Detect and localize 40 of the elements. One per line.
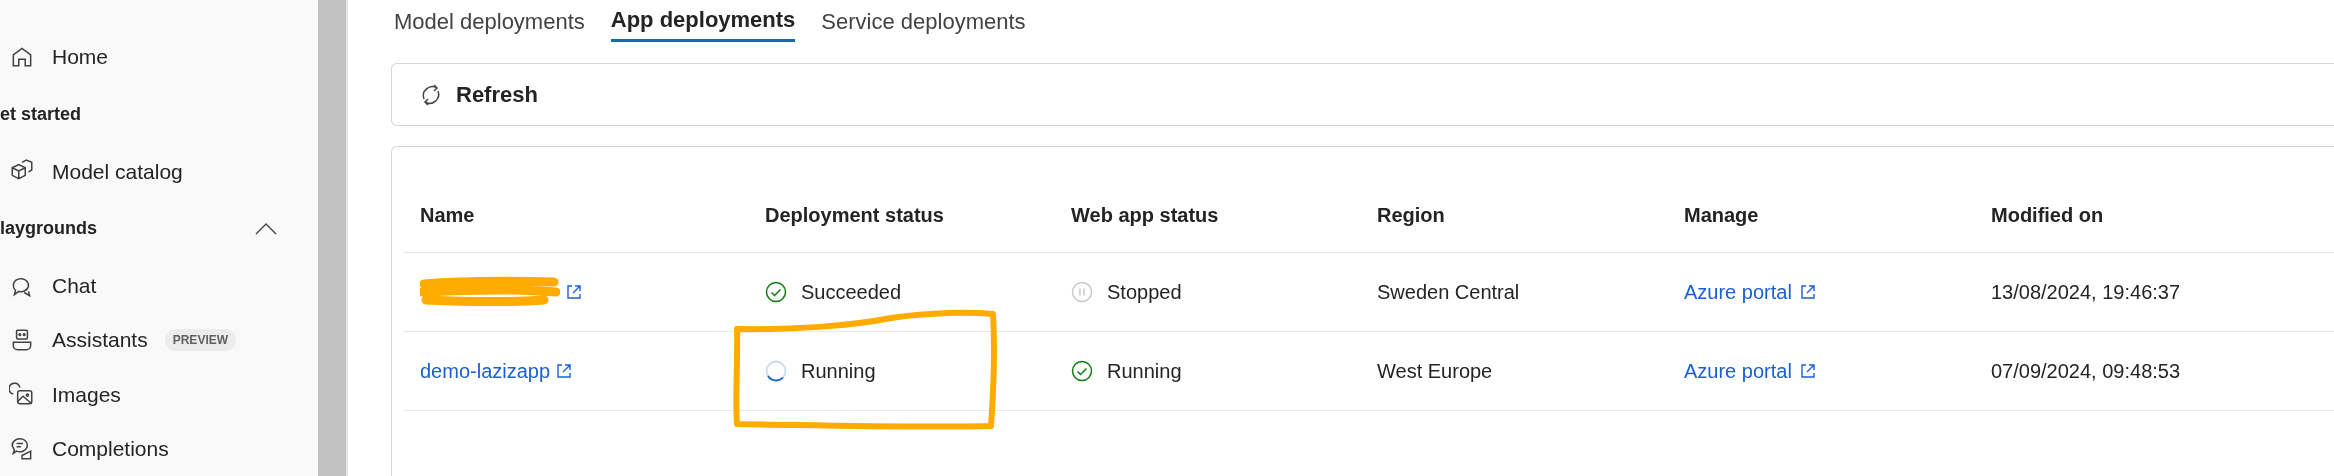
table-cell-text: 07/09/2024, 09:48:53	[1991, 359, 2182, 384]
column-header: Web app status	[1071, 202, 1220, 228]
pause-circle-icon	[1071, 281, 1093, 303]
sidebar-item[interactable]: Model catalog	[0, 144, 318, 199]
refresh-button[interactable]: Refresh	[420, 78, 538, 111]
status-text: Stopped	[1107, 280, 1182, 305]
spinner-icon	[765, 360, 787, 382]
column-header: Name	[420, 202, 476, 228]
preview-badge: PREVIEW	[164, 329, 237, 352]
column-header: Modified on	[1991, 202, 2105, 228]
external-link-icon	[556, 363, 573, 379]
table-cell-text: West Europe	[1377, 359, 1494, 384]
sidebar-item[interactable]: Assistants PREVIEW	[0, 312, 318, 368]
column-header: Deployment status	[765, 202, 945, 228]
status-text: Succeeded	[801, 280, 902, 305]
column-header: Region	[1377, 202, 1446, 228]
tab[interactable]: Model deployments	[394, 0, 585, 42]
external-link-icon	[1799, 363, 1816, 379]
sidebar-item[interactable]: Completions	[0, 421, 318, 476]
table-cell-text: Sweden Central	[1377, 280, 1521, 305]
sidebar-item[interactable]: Images	[0, 367, 318, 422]
status-text: Running	[1107, 359, 1182, 384]
external-link-icon	[566, 284, 582, 300]
image-icon	[9, 381, 35, 408]
column-header: Manage	[1684, 202, 1760, 228]
check-circle-icon	[765, 281, 787, 303]
tab[interactable]: Service deployments	[821, 0, 1026, 42]
refresh-icon	[420, 82, 442, 107]
sidebar-item[interactable]: Chat	[0, 258, 318, 313]
external-link-icon	[1799, 284, 1816, 300]
sidebar-item[interactable]: Home	[0, 30, 318, 85]
sidebar-group-header[interactable]: laygrounds	[0, 198, 318, 259]
azure-portal-link[interactable]: Azure portal	[1684, 356, 1816, 386]
status-text: Running	[801, 359, 876, 384]
check-circle-icon	[1071, 360, 1093, 382]
sidebar-section-heading: et started	[0, 102, 83, 126]
tab[interactable]: App deployments	[610, 0, 796, 42]
azure-portal-link[interactable]: Azure portal	[1684, 277, 1816, 307]
app-name-link[interactable]: demo-lazizapp	[420, 356, 551, 386]
table-cell-text: 13/08/2024, 19:46:37	[1991, 280, 2182, 305]
